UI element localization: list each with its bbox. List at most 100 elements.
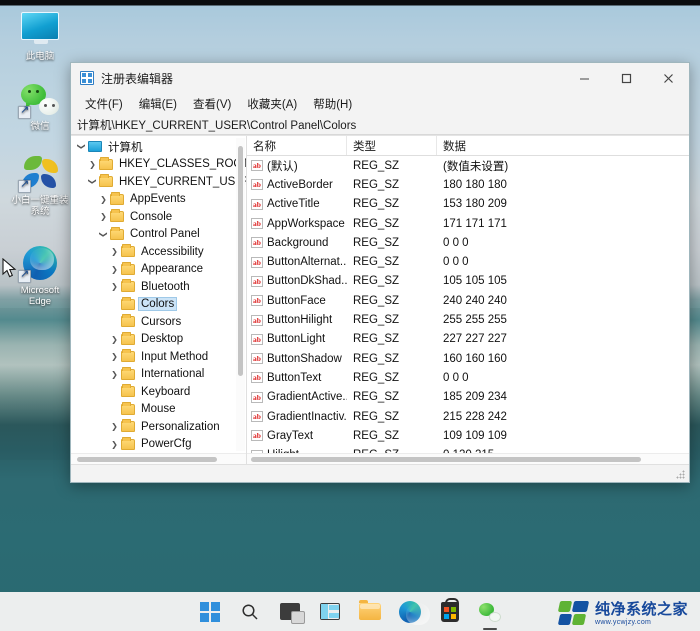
values-horizontal-scrollbar[interactable] xyxy=(247,453,689,464)
tree-node[interactable]: ❯ HKEY_CLASSES_ROOT xyxy=(71,156,246,174)
tree-node[interactable]: ❯ Bluetooth xyxy=(71,278,246,296)
registry-tree-pane[interactable]: ❯ 计算机 ❯ HKEY_CLASSES_ROOT ❯ HKEY_CURRENT_USER… xyxy=(71,136,247,464)
menu-bar[interactable]: 文件(F) 编辑(E) 查看(V) 收藏夹(A) 帮助(H) xyxy=(71,93,689,115)
chevron-right-icon[interactable]: ❯ xyxy=(108,436,121,453)
tree-node[interactable]: Cursors xyxy=(71,313,246,331)
value-type: REG_SZ xyxy=(353,256,400,269)
registry-editor-window[interactable]: 注册表编辑器 文件(F) 编辑(E) 查看(V) 收藏夹(A) 帮助(H) 计算… xyxy=(70,62,690,483)
value-row[interactable]: ab ActiveBorder REG_SZ 180 180 180 xyxy=(247,175,689,194)
wechat-button[interactable] xyxy=(477,599,503,625)
tree-node[interactable]: ❯ 计算机 xyxy=(71,138,246,156)
value-type: REG_SZ xyxy=(353,371,400,384)
value-type: REG_SZ xyxy=(353,391,400,404)
edge-button[interactable] xyxy=(397,599,430,625)
string-value-icon: ab xyxy=(251,237,263,249)
tree-node[interactable]: ❯ Desktop xyxy=(71,331,246,349)
chevron-right-icon[interactable]: ❯ xyxy=(97,191,110,208)
column-header-data[interactable]: 数据 xyxy=(437,136,689,155)
window-titlebar[interactable]: 注册表编辑器 xyxy=(71,63,689,93)
microsoft-store-button[interactable] xyxy=(437,597,463,625)
chevron-right-icon[interactable]: ❯ xyxy=(108,261,121,278)
value-row[interactable]: ab ButtonText REG_SZ 0 0 0 xyxy=(247,368,689,387)
shortcut-overlay-icon xyxy=(18,178,31,193)
value-row[interactable]: ab ButtonHilight REG_SZ 255 255 255 xyxy=(247,310,689,329)
value-row[interactable]: ab Background REG_SZ 0 0 0 xyxy=(247,233,689,252)
registry-tree[interactable]: ❯ 计算机 ❯ HKEY_CLASSES_ROOT ❯ HKEY_CURRENT_USER… xyxy=(71,136,246,453)
close-button[interactable] xyxy=(647,63,689,93)
values-list[interactable]: ab (默认) REG_SZ (数值未设置) ab ActiveBorder REG_SZ 1… xyxy=(247,156,689,453)
desktop-icon-wechat[interactable]: 微信 xyxy=(8,82,72,132)
value-row[interactable]: ab AppWorkspace REG_SZ 171 171 171 xyxy=(247,214,689,233)
value-row[interactable]: abHilightREG_SZ0 120 215 xyxy=(247,445,689,453)
menu-item-help[interactable]: 帮助(H) xyxy=(305,94,360,114)
tree-node[interactable]: ❯ Accessibility xyxy=(71,243,246,261)
folder-icon xyxy=(121,366,135,380)
column-header-name[interactable]: 名称 xyxy=(247,136,347,155)
tree-node-label: Desktop xyxy=(141,333,184,346)
value-row[interactable]: ab GrayText REG_SZ 109 109 109 xyxy=(247,426,689,445)
chevron-right-icon[interactable]: ❯ xyxy=(86,156,99,173)
value-name: GrayText xyxy=(267,429,314,442)
tree-node[interactable]: Keyboard xyxy=(71,383,246,401)
tree-node[interactable]: ❯ Appearance xyxy=(71,261,246,279)
tree-vertical-scroll-thumb[interactable] xyxy=(238,146,243,376)
menu-item-edit[interactable]: 编辑(E) xyxy=(131,94,185,114)
chevron-right-icon[interactable]: ❯ xyxy=(108,348,121,365)
value-type: REG_SZ xyxy=(353,178,400,191)
tree-node[interactable]: Mouse xyxy=(71,401,246,419)
chevron-right-icon[interactable]: ❯ xyxy=(108,243,121,260)
file-explorer-button[interactable] xyxy=(357,599,383,625)
value-row[interactable]: ab (默认) REG_SZ (数值未设置) xyxy=(247,156,689,175)
chevron-right-icon[interactable]: ❯ xyxy=(97,208,110,225)
menu-item-favorites[interactable]: 收藏夹(A) xyxy=(239,94,305,114)
tree-node[interactable]: ❯ International xyxy=(71,366,246,384)
widgets-button[interactable] xyxy=(317,599,343,625)
value-row[interactable]: ab ButtonLight REG_SZ 227 227 227 xyxy=(247,330,689,349)
minimize-button[interactable] xyxy=(563,63,605,93)
tree-node-label: HKEY_CLASSES_ROOT xyxy=(119,158,246,171)
value-row[interactable]: ab ActiveTitle REG_SZ 153 180 209 xyxy=(247,195,689,214)
string-value-icon: ab xyxy=(251,179,263,191)
tree-node[interactable]: ❯ HKEY_CURRENT_USER xyxy=(71,173,246,191)
tree-node[interactable]: ❯ AppEvents xyxy=(71,191,246,209)
value-row[interactable]: ab ButtonFace REG_SZ 240 240 240 xyxy=(247,291,689,310)
values-horizontal-scroll-thumb[interactable] xyxy=(251,457,641,462)
value-row[interactable]: ab ButtonDkShad... REG_SZ 105 105 105 xyxy=(247,272,689,291)
window-controls[interactable] xyxy=(563,63,689,93)
tree-node[interactable]: ❯ PowerCfg xyxy=(71,436,246,454)
desktop-icon-reinstall-tool[interactable]: 小白一键重装 系统 xyxy=(8,156,72,217)
tree-node[interactable]: ❯ Input Method xyxy=(71,348,246,366)
tree-horizontal-scrollbar[interactable] xyxy=(71,453,246,464)
tree-node[interactable]: ❯ Control Panel xyxy=(71,226,246,244)
value-row[interactable]: ab ButtonShadow REG_SZ 160 160 160 xyxy=(247,349,689,368)
taskbar[interactable]: 纯净系统之家 www.ycwjzy.com xyxy=(0,592,700,631)
maximize-button[interactable] xyxy=(605,63,647,93)
tree-node[interactable]: Colors xyxy=(71,296,246,314)
menu-item-view[interactable]: 查看(V) xyxy=(185,94,239,114)
chevron-right-icon[interactable]: ❯ xyxy=(108,366,121,383)
column-header-type[interactable]: 类型 xyxy=(347,136,437,155)
registry-values-pane[interactable]: 名称 类型 数据 ab (默认) REG_SZ (数值未设置) ab ActiveBord… xyxy=(247,136,689,464)
tree-vertical-scrollbar[interactable] xyxy=(236,138,245,451)
chevron-right-icon[interactable]: ❯ xyxy=(108,418,121,435)
menu-item-file[interactable]: 文件(F) xyxy=(77,94,131,114)
tree-horizontal-scroll-thumb[interactable] xyxy=(77,457,217,462)
value-name: ButtonText xyxy=(267,371,322,384)
value-name: ButtonAlternat... xyxy=(267,256,347,269)
chevron-right-icon[interactable]: ❯ xyxy=(108,278,121,295)
task-view-button[interactable] xyxy=(277,599,305,625)
tree-node[interactable]: ❯ Console xyxy=(71,208,246,226)
values-column-header[interactable]: 名称 类型 数据 xyxy=(247,136,689,156)
search-button[interactable] xyxy=(237,599,263,625)
tree-node[interactable]: ❯ Personalization xyxy=(71,418,246,436)
value-row[interactable]: ab GradientInactiv... REG_SZ 215 228 242 xyxy=(247,407,689,426)
value-row[interactable]: ab GradientActive... REG_SZ 185 209 234 xyxy=(247,388,689,407)
address-bar[interactable]: 计算机\HKEY_CURRENT_USER\Control Panel\Colo… xyxy=(71,115,689,135)
value-row[interactable]: ab ButtonAlternat... REG_SZ 0 0 0 xyxy=(247,252,689,271)
resize-grip[interactable] xyxy=(676,470,686,480)
value-name: (默认) xyxy=(267,160,298,173)
value-data: 215 228 242 xyxy=(443,410,507,423)
desktop-icon-this-pc[interactable]: 此电脑 xyxy=(8,10,72,62)
start-button[interactable] xyxy=(197,599,223,625)
chevron-right-icon[interactable]: ❯ xyxy=(108,331,121,348)
